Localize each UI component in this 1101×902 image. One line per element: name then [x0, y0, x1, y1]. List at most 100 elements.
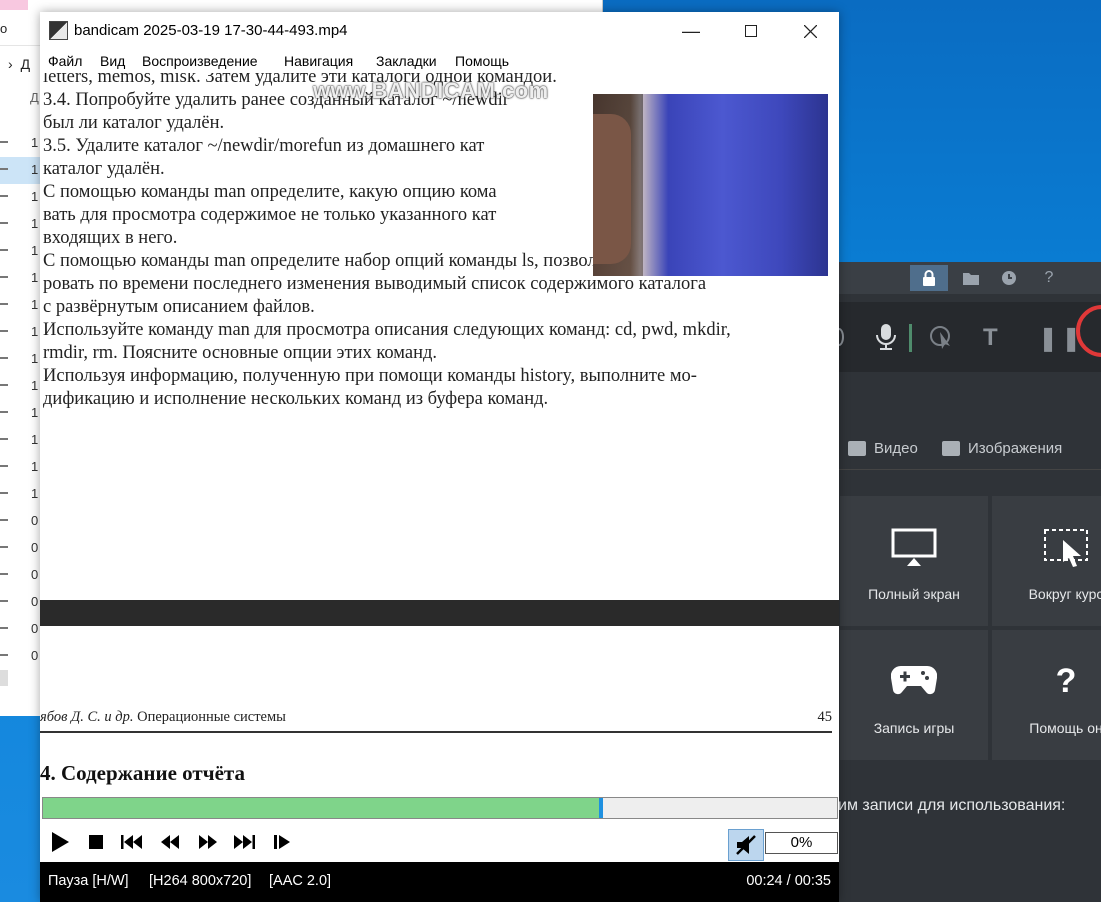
list-item[interactable]: 1 — [0, 130, 40, 157]
row-marker — [0, 357, 8, 359]
menu-playback[interactable]: Воспроизведение — [142, 53, 258, 69]
list-item-value: 1 — [31, 324, 39, 339]
tab-images-label: Изображения — [968, 440, 1063, 457]
document-line: rmdir, rm. Поясните основные опции этих … — [43, 343, 438, 363]
list-item[interactable]: 1 — [0, 292, 40, 319]
fast-forward-icon[interactable] — [194, 830, 222, 854]
list-item[interactable]: 1 — [0, 265, 40, 292]
list-item-value: 1 — [31, 243, 39, 258]
list-item[interactable]: 1 — [0, 454, 40, 481]
webcam-overlay — [593, 94, 828, 276]
gamepad-icon — [840, 662, 988, 702]
text-overlay-button[interactable]: T — [983, 324, 998, 352]
list-item[interactable]: 0 — [0, 643, 40, 670]
section-title: 4. Содержание отчёта — [40, 761, 245, 785]
minimize-button[interactable]: — — [668, 18, 714, 44]
explorer-breadcrumb[interactable]: › Д — [8, 56, 30, 72]
row-marker — [0, 573, 8, 575]
list-item[interactable]: 1 — [0, 481, 40, 508]
maximize-button[interactable] — [728, 18, 774, 44]
bandicam-window: ? T ❚❚ Видео Изображения Полный экран Во… — [834, 262, 1101, 902]
seek-handle[interactable] — [599, 798, 603, 818]
row-marker — [0, 303, 8, 305]
menu-view[interactable]: Вид — [100, 53, 125, 69]
tab-video[interactable]: Видео — [848, 440, 918, 457]
play-icon[interactable] — [46, 830, 74, 854]
media-player-window: bandicam 2025-03-19 17-30-44-493.mp4 — Ф… — [40, 12, 839, 902]
online-help-tile[interactable]: ? Помощь он — [992, 630, 1101, 760]
list-item[interactable]: 0 — [0, 535, 40, 562]
explorer-scrollbar[interactable] — [0, 670, 8, 686]
list-item-value: 0 — [31, 594, 39, 609]
list-item-value: 0 — [31, 540, 39, 555]
clock-icon[interactable] — [990, 265, 1028, 291]
tab-images[interactable]: Изображения — [942, 440, 1062, 457]
breadcrumb-label: Д — [20, 56, 31, 72]
row-marker — [0, 465, 8, 467]
running-head-author: ябов Д. С. и др. — [40, 709, 134, 725]
mic-level-meter — [909, 324, 912, 352]
menu-help[interactable]: Помощь — [455, 53, 509, 69]
tab-video-label: Видео — [874, 440, 918, 457]
list-item[interactable]: 0 — [0, 589, 40, 616]
bandicam-topbar: ? — [838, 262, 1101, 294]
lock-icon[interactable] — [910, 265, 948, 291]
explorer-tab-edge — [0, 0, 28, 10]
frame-step-icon[interactable] — [268, 830, 296, 854]
microphone-icon[interactable] — [874, 322, 898, 355]
folder-icon[interactable] — [952, 265, 990, 291]
list-item-value: 1 — [31, 405, 39, 420]
help-icon[interactable]: ? — [1030, 265, 1068, 291]
document-line: с развёрнутым описанием файлов. — [43, 297, 315, 317]
list-item[interactable]: 0 — [0, 616, 40, 643]
row-marker — [0, 654, 8, 656]
window-title: bandicam 2025-03-19 17-30-44-493.mp4 — [74, 22, 348, 39]
next-file-icon[interactable] — [230, 830, 258, 854]
player-titlebar: bandicam 2025-03-19 17-30-44-493.mp4 — — [40, 12, 839, 49]
stop-icon[interactable] — [82, 830, 110, 854]
fullscreen-mode-tile[interactable]: Полный экран — [840, 496, 988, 626]
row-marker — [0, 411, 8, 413]
game-record-tile[interactable]: Запись игры — [840, 630, 988, 760]
menu-file[interactable]: Файл — [48, 53, 82, 69]
list-item-value: 1 — [31, 216, 39, 231]
list-item[interactable]: 1 — [0, 184, 40, 211]
video-frame[interactable]: letters, memos, misk. Затем удалите эти … — [40, 73, 839, 796]
list-item[interactable]: 1 — [0, 346, 40, 373]
menu-bookmarks[interactable]: Закладки — [376, 53, 437, 69]
list-item-value: 1 — [31, 351, 39, 366]
around-cursor-mode-tile[interactable]: Вокруг курс — [992, 496, 1101, 626]
list-item-value: 1 — [31, 432, 39, 447]
list-item[interactable]: 1 — [0, 211, 40, 238]
document-line: каталог удалён. — [43, 159, 165, 179]
list-item[interactable]: 1 — [0, 157, 40, 184]
menu-navigation[interactable]: Навигация — [284, 53, 353, 69]
row-marker — [0, 492, 8, 494]
list-item[interactable]: 0 — [0, 508, 40, 535]
list-item[interactable]: 1 — [0, 373, 40, 400]
rewind-icon[interactable] — [156, 830, 184, 854]
document-line: ровать по времени последнего изменения в… — [43, 274, 707, 294]
explorer-column-header[interactable]: Д — [30, 90, 39, 105]
seek-bar[interactable] — [42, 797, 838, 819]
list-item[interactable]: 0 — [0, 562, 40, 589]
document-line: был ли каталог удалён. — [43, 113, 225, 133]
list-item-value: 1 — [31, 486, 39, 501]
previous-file-icon[interactable] — [118, 830, 146, 854]
status-bar: Пауза [H/W] [H264 800x720] [AAC 2.0] 00:… — [40, 862, 839, 902]
row-marker — [0, 141, 8, 143]
list-item[interactable]: 1 — [0, 400, 40, 427]
list-item[interactable]: 1 — [0, 319, 40, 346]
list-item-value: 1 — [31, 162, 39, 177]
list-item[interactable]: 1 — [0, 427, 40, 454]
list-item[interactable]: 1 — [0, 238, 40, 265]
document-line: вать для просмотра содержимое не только … — [43, 205, 497, 225]
mute-icon[interactable] — [728, 829, 764, 861]
volume-level[interactable]: 0% — [765, 832, 838, 854]
cursor-effect-icon[interactable] — [928, 324, 954, 353]
close-button[interactable] — [787, 18, 833, 44]
explorer-partial-label: о — [0, 21, 8, 36]
app-icon — [49, 21, 68, 40]
list-item-value: 0 — [31, 621, 39, 636]
explorer-file-list: 1 1 1 1 1 1 1 1 1 1 1 1 1 1 0 0 0 0 0 0 — [0, 130, 40, 670]
